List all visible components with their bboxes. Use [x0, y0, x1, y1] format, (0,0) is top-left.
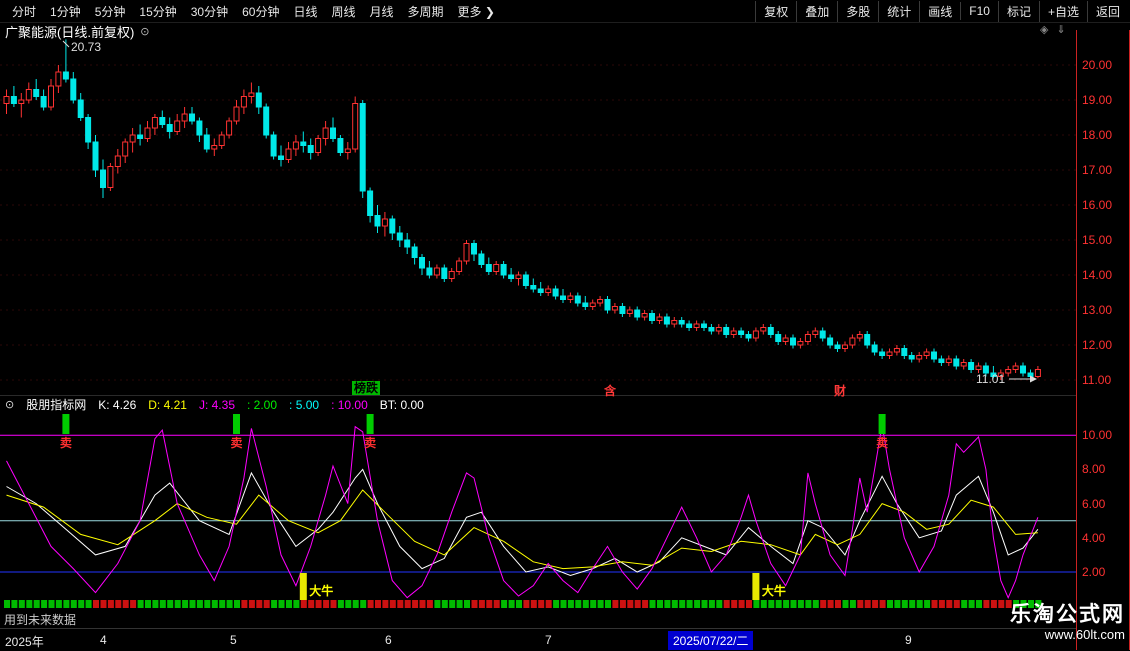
timeline-month-label: 9 [905, 633, 912, 647]
indicator-ref1-value: : 2.00 [247, 398, 277, 412]
svg-text:20.73: 20.73 [71, 40, 101, 54]
oscillator-panel[interactable]: 卖 卖 卖 卖大牛 大牛 [0, 413, 1076, 613]
period-button[interactable]: 60分钟 [235, 1, 286, 22]
oscillator-axis-label: 2.00 [1082, 565, 1105, 579]
period-button[interactable]: 月线 [363, 1, 401, 22]
price-axis-label: 16.00 [1082, 198, 1112, 212]
topbar-right: 复权叠加多股统计画线F10标记+自选返回 [755, 1, 1130, 22]
indicator-name: 股朋指标网 [26, 396, 86, 413]
toolbar-button[interactable]: 统计 [878, 1, 919, 22]
top-toolbar: 分时1分钟5分钟15分钟30分钟60分钟日线周线月线多周期更多 ❯ 复权叠加多股… [0, 0, 1130, 23]
price-axis-label: 18.00 [1082, 128, 1112, 142]
indicator-bt-value: BT: 0.00 [380, 398, 424, 412]
timeline-year: 2025年 [5, 633, 44, 650]
oscillator-axis-label: 4.00 [1082, 531, 1105, 545]
main-candlestick-chart[interactable]: 20.73 11.01 [0, 30, 1076, 396]
period-button[interactable]: 5分钟 [88, 1, 133, 22]
price-axis-label: 17.00 [1082, 163, 1112, 177]
price-axis-label: 19.00 [1082, 93, 1112, 107]
price-axis: 20.00 19.00 18.00 17.00 16.00 15.00 14.00 13.00… [1076, 30, 1130, 650]
indicator-ref3-value: : 10.00 [331, 398, 368, 412]
timeline-month-label: 7 [545, 633, 552, 647]
svg-text:大牛: 大牛 [762, 583, 786, 598]
toolbar-button[interactable]: 标记 [998, 1, 1039, 22]
period-button[interactable]: 日线 [286, 1, 324, 22]
period-button[interactable]: 1分钟 [43, 1, 88, 22]
indicator-header: ⊙ 股朋指标网 K: 4.26 D: 4.21 J: 4.35 : 2.00 :… [0, 396, 1081, 413]
price-axis-label: 14.00 [1082, 268, 1112, 282]
svg-text:卖: 卖 [60, 435, 72, 450]
price-axis-label: 20.00 [1082, 58, 1112, 72]
indicator-k-value: K: 4.26 [98, 398, 136, 412]
topbar-left: 分时1分钟5分钟15分钟30分钟60分钟日线周线月线多周期更多 ❯ [0, 1, 502, 22]
price-axis-label: 13.00 [1082, 303, 1112, 317]
price-axis-label: 15.00 [1082, 233, 1112, 247]
period-button[interactable]: 周线 [324, 1, 362, 22]
timeline-month-label: 6 [385, 633, 392, 647]
timeline-month-label: 4 [100, 633, 107, 647]
indicator-j-value: J: 4.35 [199, 398, 235, 412]
svg-text:卖: 卖 [230, 435, 242, 450]
period-button[interactable]: 多周期 [401, 1, 451, 22]
toolbar-button[interactable]: +自选 [1039, 1, 1087, 22]
toolbar-button[interactable]: F10 [960, 2, 998, 20]
timeline[interactable]: 2025年 2025/07/22/二 4 5 6 7 9 [0, 628, 1076, 651]
watermark-site-name: 乐淘公式网 [1010, 603, 1125, 627]
period-button[interactable]: 15分钟 [132, 1, 183, 22]
svg-text:大牛: 大牛 [309, 583, 333, 598]
indicator-d-value: D: 4.21 [148, 398, 187, 412]
indicator-ref2-value: : 5.00 [289, 398, 319, 412]
price-axis-label: 12.00 [1082, 338, 1112, 352]
period-button[interactable]: 更多 ❯ [451, 1, 502, 22]
toolbar-button[interactable]: 画线 [919, 1, 960, 22]
watermark: 乐淘公式网 www.60lt.com [1010, 603, 1125, 642]
indicator-collapse-icon[interactable]: ⊙ [5, 398, 14, 411]
svg-text:11.01: 11.01 [976, 372, 1005, 386]
period-button[interactable]: 分时 [5, 1, 43, 22]
toolbar-button[interactable]: 多股 [837, 1, 878, 22]
future-data-note: 用到未来数据 [4, 611, 76, 628]
oscillator-axis-label: 6.00 [1082, 497, 1105, 511]
oscillator-axis-label: 8.00 [1082, 462, 1105, 476]
svg-text:卖: 卖 [364, 435, 376, 450]
crosshair-date-box: 2025/07/22/二 [668, 631, 753, 650]
toolbar-button[interactable]: 复权 [755, 1, 796, 22]
watermark-url: www.60lt.com [1010, 627, 1125, 642]
price-axis-label: 11.00 [1082, 373, 1111, 387]
toolbar-button[interactable]: 叠加 [796, 1, 837, 22]
period-button[interactable]: 30分钟 [184, 1, 235, 22]
svg-text:卖: 卖 [876, 435, 888, 450]
toolbar-button[interactable]: 返回 [1087, 1, 1128, 22]
timeline-month-label: 5 [230, 633, 237, 647]
oscillator-axis-label: 10.00 [1082, 428, 1112, 442]
